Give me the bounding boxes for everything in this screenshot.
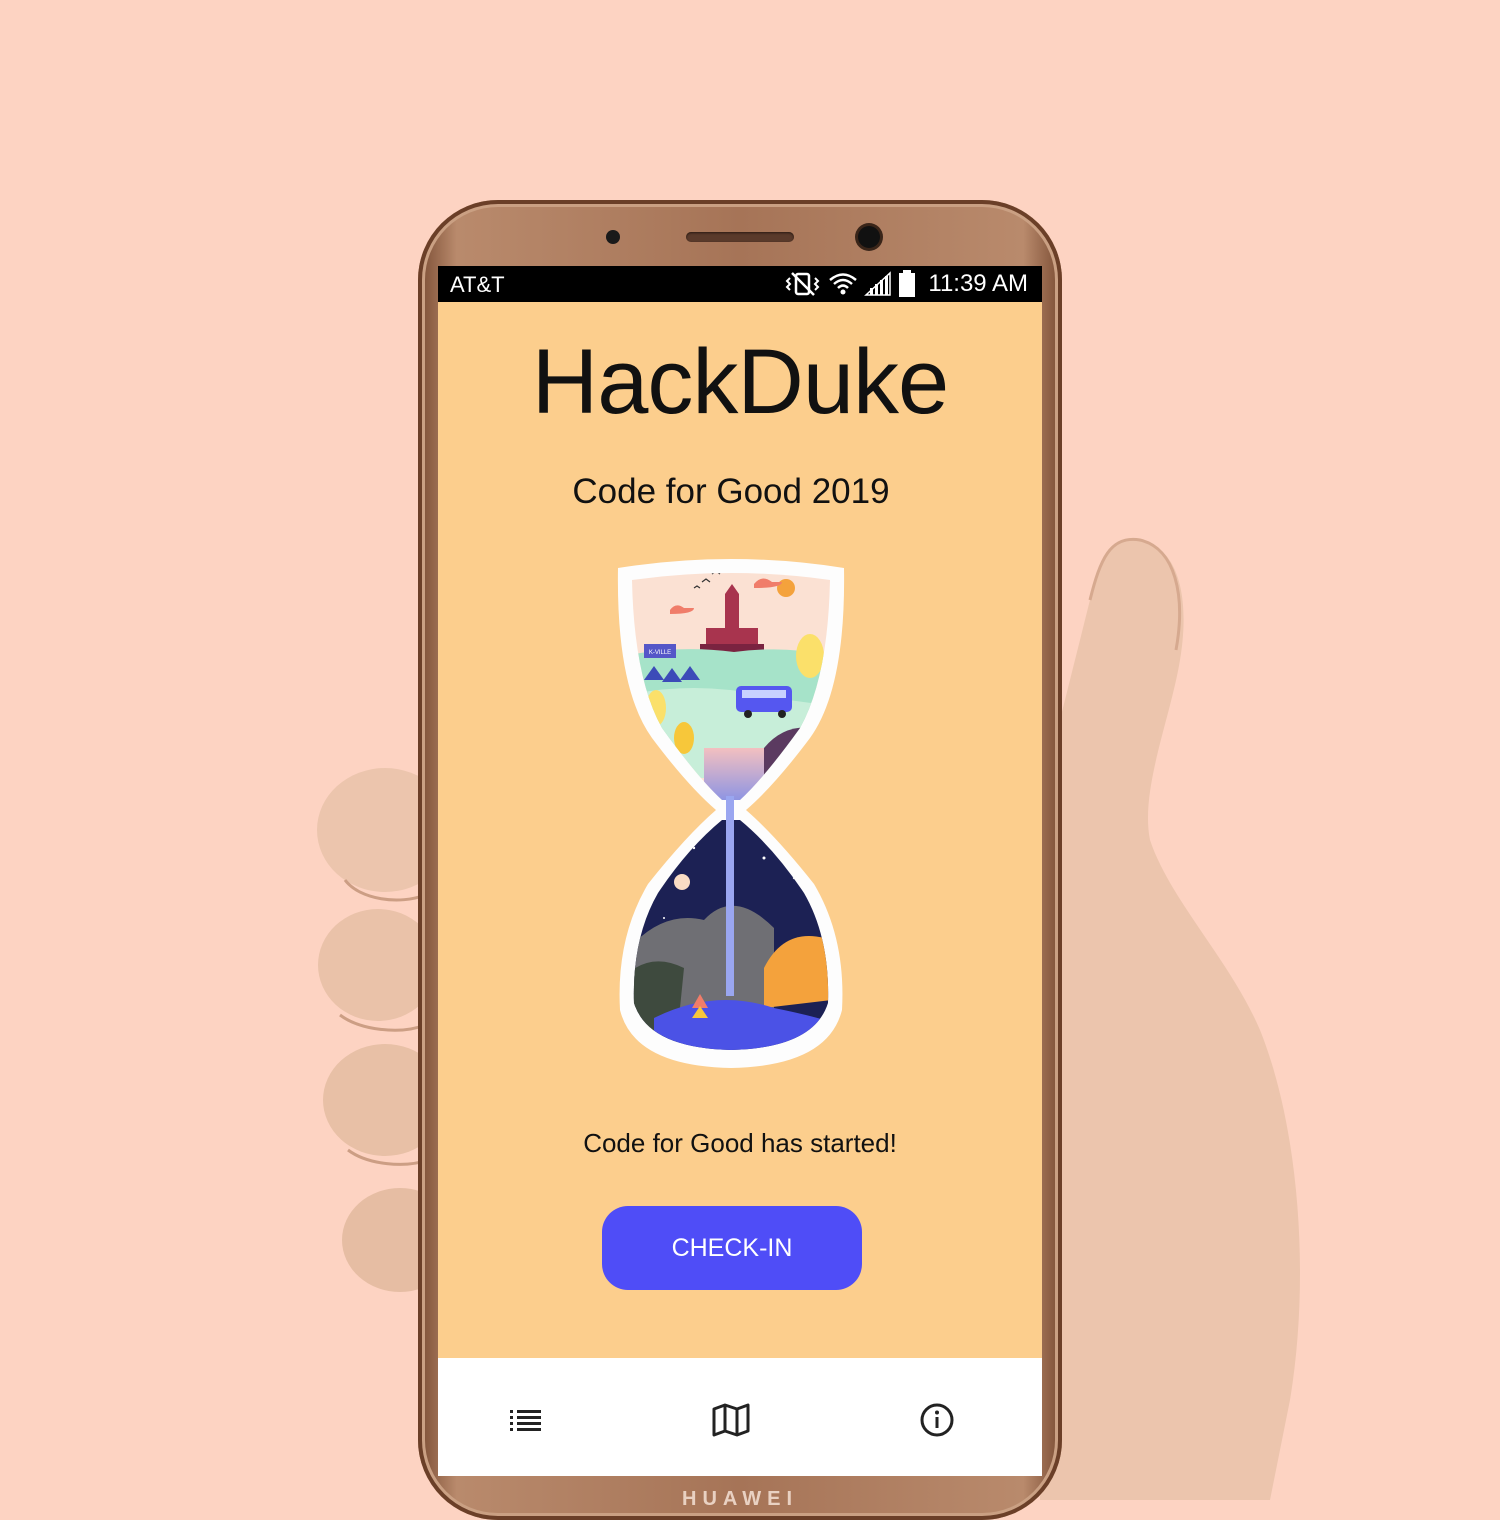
earpiece-speaker — [686, 232, 794, 242]
proximity-sensor — [606, 230, 620, 244]
nav-map[interactable] — [701, 1390, 761, 1450]
map-icon — [712, 1403, 750, 1437]
wifi-icon — [829, 273, 858, 295]
app-subtitle: Code for Good 2019 — [572, 472, 890, 511]
kville-sign-text: K-VILLE — [649, 650, 671, 656]
hourglass-illustration: K-VILLE — [617, 559, 845, 1068]
nav-schedule-list[interactable] — [496, 1390, 556, 1450]
info-icon — [920, 1403, 954, 1437]
mute-vibrate-icon — [785, 272, 820, 296]
clock: 11:39 AM — [928, 270, 1028, 297]
battery-icon — [899, 270, 916, 297]
list-icon — [510, 1410, 541, 1431]
front-camera — [858, 226, 880, 248]
app-title: HackDuke — [531, 331, 949, 433]
app-screen: AT&T 11:39 AM HackDuke Code for Good 201… — [438, 266, 1042, 1476]
status-bar: AT&T 11:39 AM — [438, 266, 1042, 302]
status-icons: 11:39 AM — [784, 269, 1028, 299]
nav-info[interactable] — [907, 1390, 967, 1450]
signal-icon — [864, 271, 892, 296]
event-status-message: Code for Good has started! — [583, 1128, 897, 1158]
carrier-name: AT&T — [450, 272, 505, 297]
bottom-nav-bar — [438, 1358, 1042, 1476]
check-in-button[interactable]: CHECK-IN — [602, 1206, 862, 1290]
